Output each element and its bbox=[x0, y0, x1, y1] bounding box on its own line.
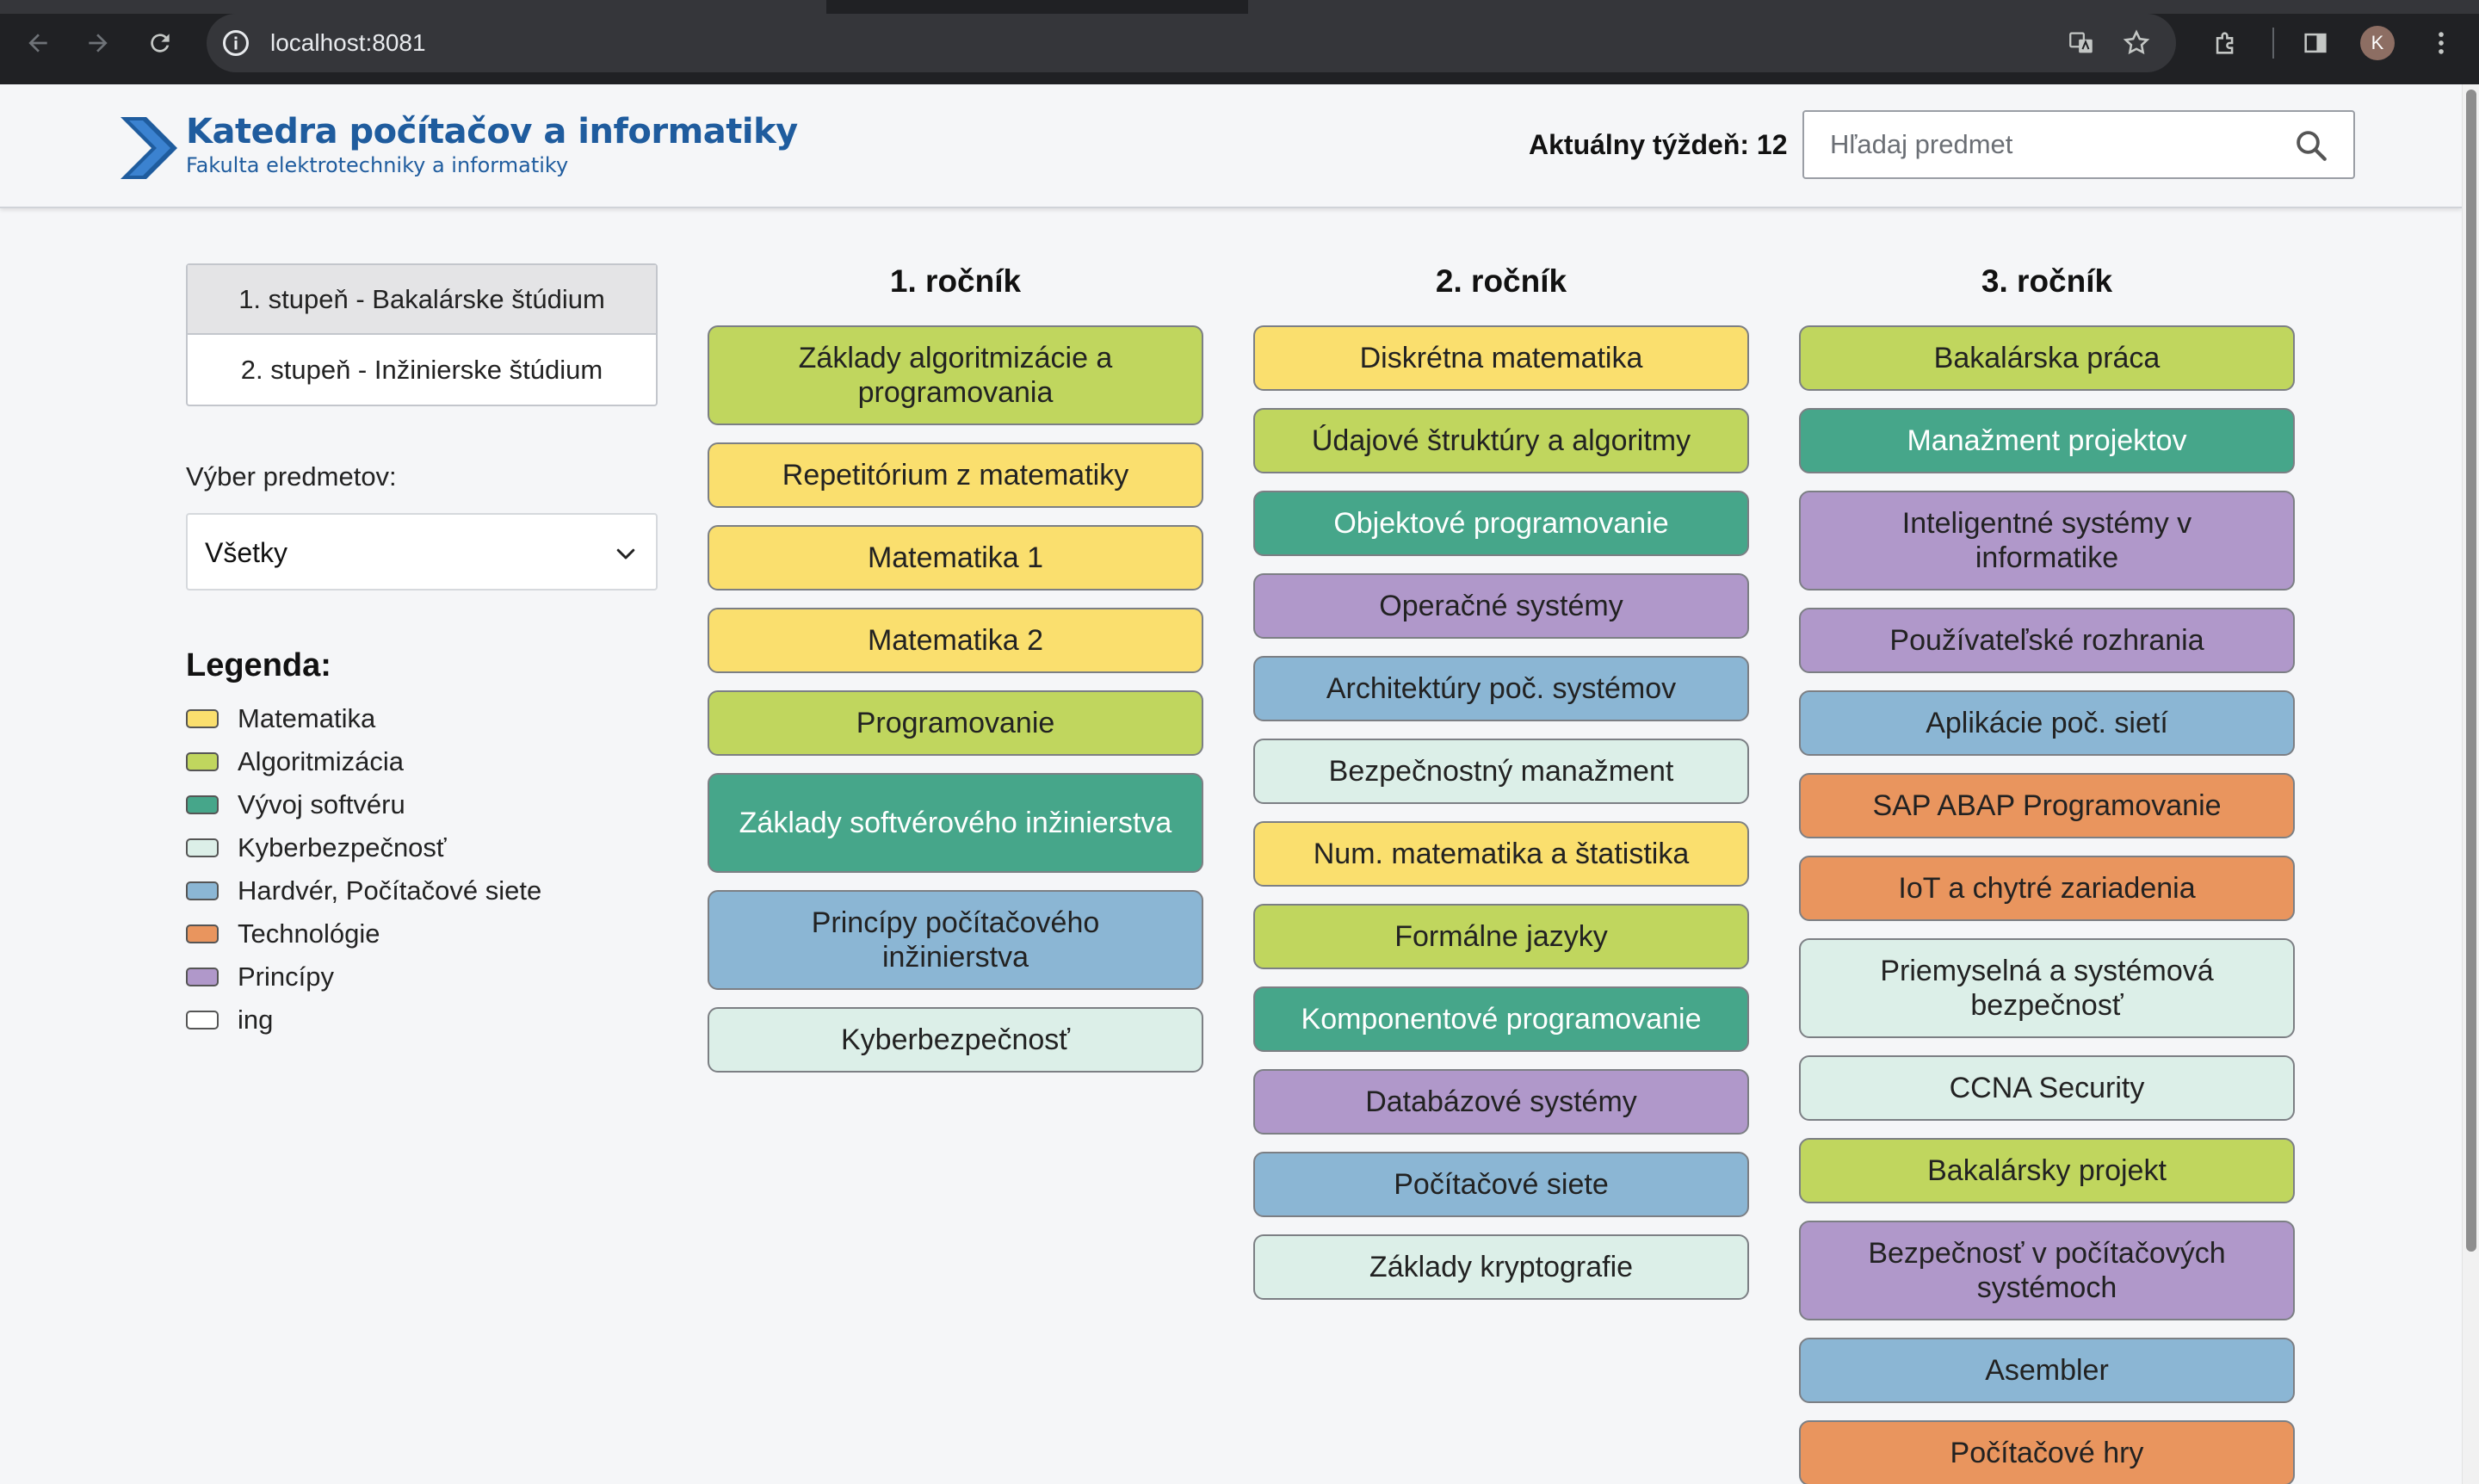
reload-icon[interactable] bbox=[141, 24, 179, 62]
legend-label: Technológie bbox=[238, 918, 380, 949]
year-column-3: 3. ročník Bakalárska práca Manažment proj… bbox=[1799, 263, 2295, 1484]
legend-swatch bbox=[186, 709, 219, 728]
legend-swatch bbox=[186, 752, 219, 771]
year-title: 1. ročník bbox=[889, 263, 1022, 299]
course-card[interactable]: Bezpečnosť v počítačových systémoch bbox=[1799, 1221, 2295, 1320]
course-card[interactable]: Inteligentné systémy v informatike bbox=[1799, 491, 2295, 591]
legend-swatch bbox=[186, 1011, 219, 1030]
legend-swatch bbox=[186, 924, 219, 943]
legend-label: Hardvér, Počítačové siete bbox=[238, 875, 542, 906]
scrollbar-thumb[interactable] bbox=[2466, 90, 2476, 1252]
search-input[interactable] bbox=[1804, 112, 2286, 177]
logo-title[interactable]: Katedra počítačov a informatiky bbox=[186, 112, 798, 151]
course-filter-select[interactable]: Všetky bbox=[186, 513, 658, 591]
course-card[interactable]: Formálne jazyky bbox=[1253, 904, 1749, 969]
address-bar[interactable]: localhost:8081 bbox=[207, 14, 2176, 72]
course-card[interactable]: Matematika 1 bbox=[708, 525, 1203, 591]
course-card[interactable]: Architektúry poč. systémov bbox=[1253, 656, 1749, 721]
url-text: localhost:8081 bbox=[270, 29, 426, 56]
course-card[interactable]: Používateľské rozhrania bbox=[1799, 608, 2295, 673]
back-icon[interactable] bbox=[19, 24, 57, 62]
course-card[interactable]: Objektové programovanie bbox=[1253, 491, 1749, 556]
course-card[interactable]: Počítačové hry bbox=[1799, 1420, 2295, 1484]
legend-item: Vývoj softvéru bbox=[186, 783, 541, 826]
legend-label: Matematika bbox=[238, 703, 376, 733]
legend-label: Algoritmizácia bbox=[238, 746, 404, 776]
course-card[interactable]: Matematika 2 bbox=[708, 608, 1203, 673]
site-header: Katedra počítačov a informatiky Fakulta … bbox=[0, 84, 2462, 208]
toolbar-separator bbox=[2272, 28, 2274, 59]
course-card[interactable]: Repetitórium z matematiky bbox=[708, 442, 1203, 508]
course-card[interactable]: Asembler bbox=[1799, 1338, 2295, 1403]
menu-kebab-icon[interactable] bbox=[2424, 26, 2458, 60]
site-info-icon[interactable] bbox=[220, 28, 251, 59]
legend-item: Algoritmizácia bbox=[186, 740, 541, 783]
legend-item: Princípy bbox=[186, 955, 541, 999]
browser-toolbar: localhost:8081 K bbox=[0, 0, 2479, 84]
current-week: Aktuálny týždeň: 12 bbox=[1529, 129, 1788, 160]
legend: Matematika Algoritmizácia Vývoj softvéru Ky… bbox=[186, 697, 541, 1042]
search-icon[interactable] bbox=[2293, 127, 2329, 164]
page-viewport: Katedra počítačov a informatiky Fakulta … bbox=[0, 84, 2462, 1484]
study-level-switcher: 1. stupeň - Bakalárske štúdium 2. stupeň… bbox=[186, 263, 658, 406]
logo-subtitle: Fakulta elektrotechniky a informatiky bbox=[186, 153, 569, 177]
course-card[interactable]: Komponentové programovanie bbox=[1253, 986, 1749, 1052]
legend-swatch bbox=[186, 881, 219, 900]
legend-item: Matematika bbox=[186, 697, 541, 740]
tab-strip bbox=[0, 0, 2479, 14]
translate-icon[interactable] bbox=[2064, 26, 2099, 60]
legend-swatch bbox=[186, 838, 219, 857]
year-column-1: 1. ročník Základy algoritmizácie a progr… bbox=[708, 263, 1203, 1090]
legend-swatch bbox=[186, 968, 219, 986]
legend-item: Kyberbezpečnosť bbox=[186, 826, 541, 869]
course-card[interactable]: SAP ABAP Programovanie bbox=[1799, 773, 2295, 838]
course-card[interactable]: Princípy počítačového inžinierstva bbox=[708, 890, 1203, 990]
profile-avatar[interactable]: K bbox=[2360, 26, 2395, 60]
level-bachelor-button[interactable]: 1. stupeň - Bakalárske štúdium bbox=[188, 265, 656, 335]
active-tab[interactable] bbox=[826, 0, 1248, 14]
course-card[interactable]: CCNA Security bbox=[1799, 1055, 2295, 1121]
legend-label: Kyberbezpečnosť bbox=[238, 832, 447, 863]
course-card[interactable]: Základy algoritmizácie a programovania bbox=[708, 325, 1203, 425]
year-column-2: 2. ročník Diskrétna matematika Údajové št… bbox=[1253, 263, 1749, 1317]
year-title: 3. ročník bbox=[1981, 263, 2113, 299]
course-card[interactable]: Kyberbezpečnosť bbox=[708, 1007, 1203, 1073]
course-card[interactable]: Operačné systémy bbox=[1253, 573, 1749, 639]
course-card[interactable]: Aplikácie poč. sietí bbox=[1799, 690, 2295, 756]
legend-label: Princípy bbox=[238, 962, 334, 992]
chevron-down-icon bbox=[616, 548, 635, 560]
course-card[interactable]: Základy kryptografie bbox=[1253, 1234, 1749, 1300]
course-card[interactable]: Bakalárska práca bbox=[1799, 325, 2295, 391]
course-card[interactable]: Diskrétna matematika bbox=[1253, 325, 1749, 391]
course-card[interactable]: Bakalársky projekt bbox=[1799, 1138, 2295, 1203]
side-panel-icon[interactable] bbox=[2298, 26, 2333, 60]
course-card[interactable]: Základy softvérového inžinierstva bbox=[708, 773, 1203, 873]
course-card[interactable]: Programovanie bbox=[708, 690, 1203, 756]
course-card[interactable]: Databázové systémy bbox=[1253, 1069, 1749, 1135]
legend-swatch bbox=[186, 795, 219, 814]
course-card[interactable]: Manažment projektov bbox=[1799, 408, 2295, 473]
course-card[interactable]: IoT a chytré zariadenia bbox=[1799, 856, 2295, 921]
search-box[interactable] bbox=[1802, 110, 2355, 179]
extensions-icon[interactable] bbox=[2209, 26, 2243, 60]
course-card[interactable]: Bezpečnostný manažment bbox=[1253, 739, 1749, 804]
course-card[interactable]: Priemyselná a systémová bezpečnosť bbox=[1799, 938, 2295, 1038]
legend-item: ing bbox=[186, 999, 541, 1042]
legend-label: ing bbox=[238, 1005, 274, 1035]
level-engineer-button[interactable]: 2. stupeň - Inžinierske štúdium bbox=[188, 335, 656, 405]
course-card[interactable]: Počítačové siete bbox=[1253, 1152, 1749, 1217]
filter-label: Výber predmetov: bbox=[186, 461, 397, 492]
page-scrollbar[interactable] bbox=[2462, 84, 2479, 1484]
forward-icon[interactable] bbox=[79, 24, 117, 62]
legend-item: Hardvér, Počítačové siete bbox=[186, 869, 541, 912]
year-title: 2. ročník bbox=[1435, 263, 1567, 299]
logo-chevron-icon[interactable] bbox=[121, 117, 177, 179]
legend-label: Vývoj softvéru bbox=[238, 789, 405, 819]
course-filter-value: Všetky bbox=[205, 537, 288, 568]
bookmark-star-icon[interactable] bbox=[2119, 26, 2154, 60]
course-card[interactable]: Údajové štruktúry a algoritmy bbox=[1253, 408, 1749, 473]
legend-item: Technológie bbox=[186, 912, 541, 955]
legend-title: Legenda: bbox=[186, 647, 331, 683]
course-card[interactable]: Num. matematika a štatistika bbox=[1253, 821, 1749, 887]
